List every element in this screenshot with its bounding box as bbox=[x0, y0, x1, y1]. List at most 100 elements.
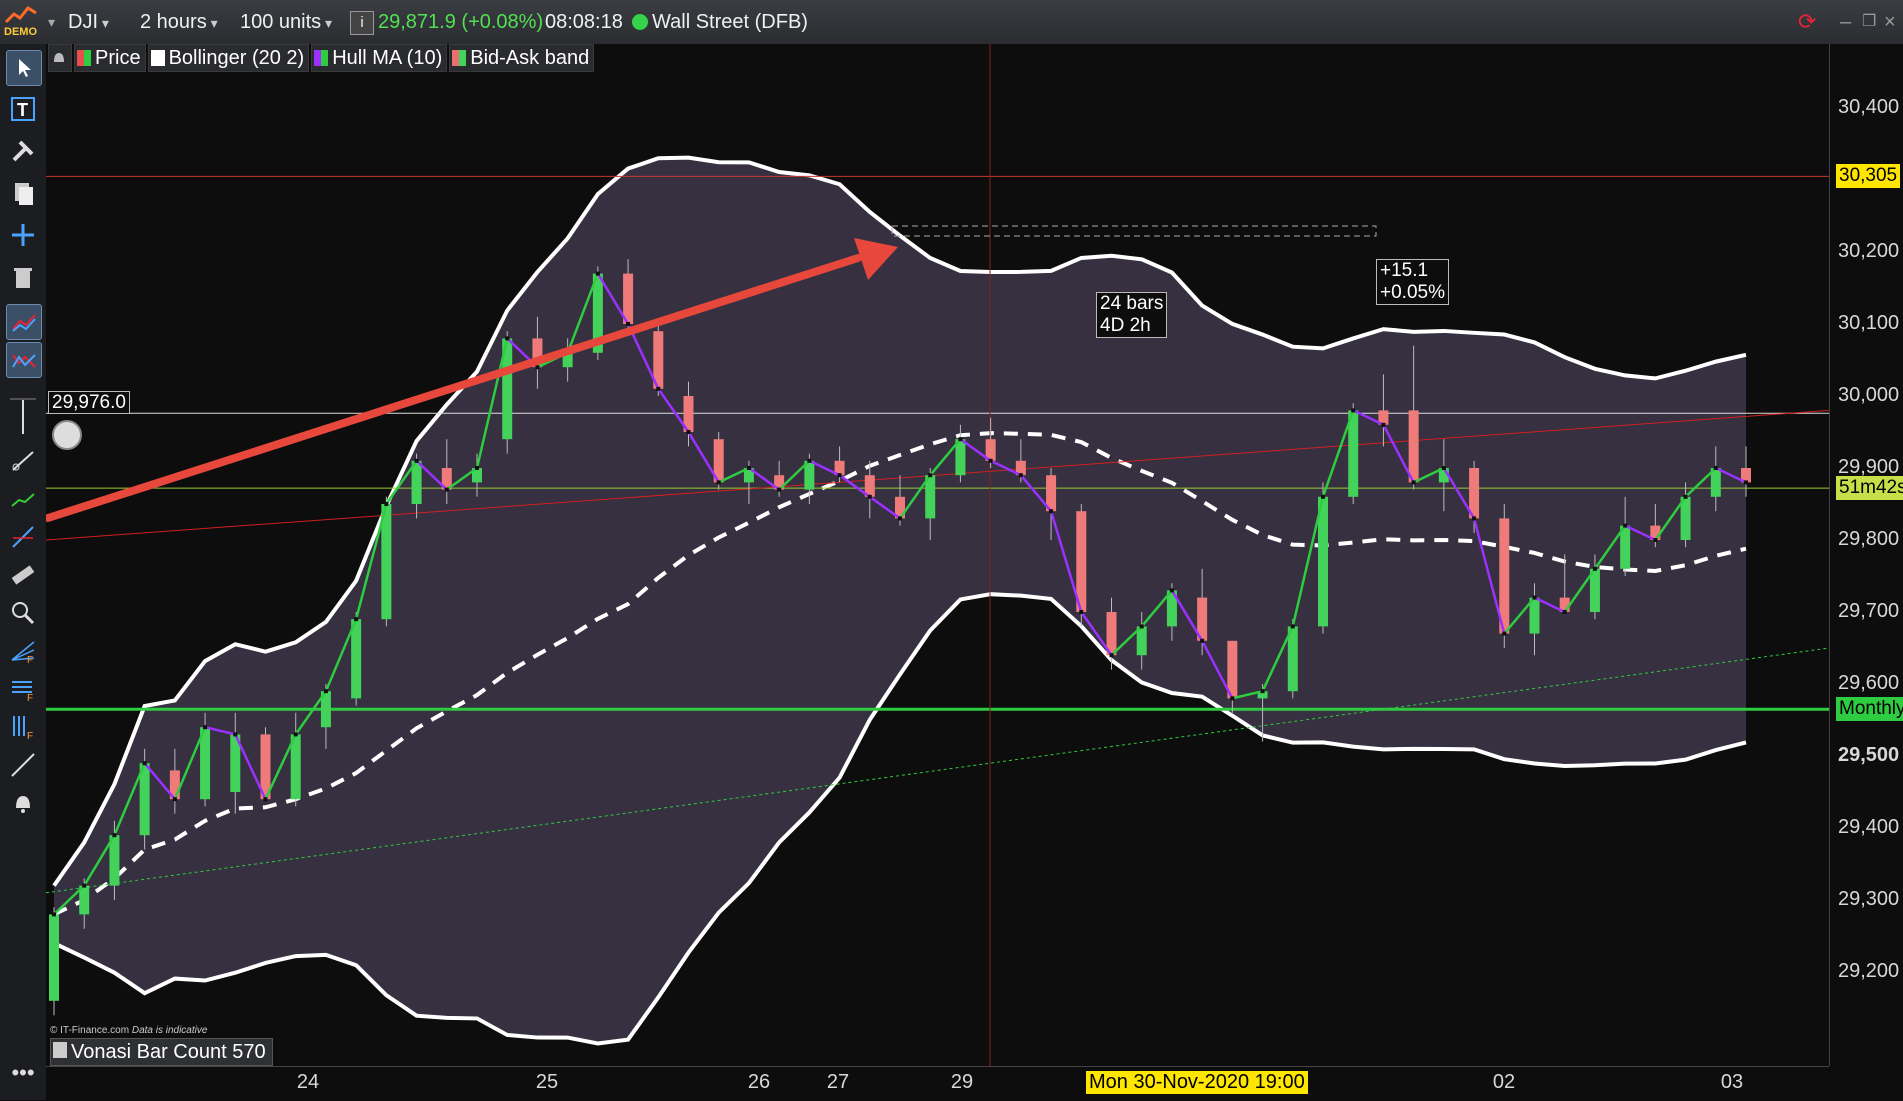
hull-ma-point bbox=[1411, 480, 1416, 485]
hull-ma-point bbox=[203, 725, 208, 730]
timeframe-dropdown[interactable]: 2 hours bbox=[140, 8, 218, 36]
hull-ma-point bbox=[1321, 494, 1325, 499]
candle-body bbox=[49, 914, 59, 1001]
last-price: 29,871.9 (+0.08%) bbox=[378, 11, 544, 33]
hull-ma-point bbox=[112, 833, 117, 838]
hull-ma-point bbox=[1169, 588, 1174, 593]
minimize-icon[interactable]: – bbox=[1840, 8, 1851, 36]
y-tick-label: 29,500 bbox=[1838, 744, 1900, 766]
hull-ma-point bbox=[656, 386, 661, 391]
legend-hull[interactable]: Hull MA (10) bbox=[311, 44, 448, 72]
hull-ma-point bbox=[1441, 466, 1446, 470]
fib-levels-icon[interactable]: F bbox=[6, 672, 40, 706]
trash-icon[interactable] bbox=[6, 260, 40, 294]
hull-ma-point bbox=[988, 458, 993, 463]
hull-ma-point bbox=[52, 912, 56, 917]
window-menu-icon[interactable]: ▾ bbox=[48, 8, 55, 36]
hull-ma-point bbox=[1502, 631, 1507, 636]
trend-indicator-icon[interactable] bbox=[6, 304, 42, 340]
more-icon[interactable]: ••• bbox=[6, 1056, 40, 1090]
alert-icon[interactable] bbox=[52, 420, 82, 450]
templates-icon[interactable] bbox=[6, 176, 40, 210]
price-swatch bbox=[77, 50, 91, 66]
hull-ma-point bbox=[384, 502, 389, 506]
x-tick-label: 29 bbox=[950, 1071, 974, 1093]
vonasi-indicator-label[interactable]: Vonasi Bar Count 570 bbox=[50, 1038, 273, 1066]
hull-ma-point bbox=[1592, 566, 1597, 571]
price-axis[interactable]: 30,400 30,200 30,100 30,000 29,900 29,800 29,7… bbox=[1829, 44, 1903, 1066]
svg-text:F: F bbox=[27, 655, 33, 664]
hull-ma-point bbox=[837, 473, 842, 478]
x-tick-label: 03 bbox=[1720, 1071, 1744, 1093]
time-axis[interactable]: Mon 30-Nov-2020 19:00 24 25 26 27 29 02 03 bbox=[46, 1066, 1829, 1101]
segment-icon[interactable] bbox=[6, 444, 40, 478]
hull-ma-point bbox=[535, 365, 540, 370]
demo-badge: DEMO bbox=[2, 4, 42, 40]
channel-icon[interactable] bbox=[6, 482, 40, 516]
candle-body bbox=[1408, 410, 1419, 483]
legend-bidask-label: Bid-Ask band bbox=[470, 47, 590, 69]
close-icon[interactable]: × bbox=[1884, 8, 1896, 36]
y-tick-label: 30,200 bbox=[1838, 240, 1900, 262]
indicator-legend: Price Bollinger (20 2) Hull MA (10) Bid-… bbox=[48, 44, 595, 72]
legend-bell-icon[interactable] bbox=[48, 44, 72, 72]
hull-ma-point bbox=[777, 487, 782, 492]
price-chart[interactable] bbox=[46, 44, 1829, 1066]
credit-note: Data is indicative bbox=[131, 1025, 208, 1036]
alert-bell-icon[interactable] bbox=[6, 786, 40, 820]
pointer-tool-icon[interactable] bbox=[6, 50, 42, 86]
hull-ma-point bbox=[958, 437, 963, 442]
credit-text: © IT-Finance.com bbox=[50, 1025, 130, 1036]
x-tick-label: 27 bbox=[826, 1071, 850, 1093]
measure-bars-box: 24 bars 4D 2h bbox=[1096, 292, 1168, 338]
svg-text:F: F bbox=[27, 731, 33, 740]
zoom-icon[interactable] bbox=[6, 596, 40, 630]
hull-ma-point bbox=[686, 430, 691, 434]
restore-icon[interactable]: ❐ bbox=[1862, 8, 1876, 36]
info-icon[interactable]: i bbox=[350, 11, 374, 35]
legend-price[interactable]: Price bbox=[74, 44, 146, 72]
hull-ma-point bbox=[1653, 538, 1658, 542]
sync-icon[interactable]: ⟳ bbox=[1798, 8, 1816, 36]
vertical-line-icon[interactable] bbox=[6, 400, 40, 434]
move-icon[interactable] bbox=[6, 218, 40, 252]
hull-ma-point bbox=[746, 466, 751, 470]
y-tick-label: 30,000 bbox=[1838, 384, 1900, 406]
y-tick-label: 29,300 bbox=[1838, 888, 1900, 910]
y-tick-label: 30,400 bbox=[1838, 96, 1900, 118]
bollinger-swatch bbox=[150, 50, 165, 66]
tools-icon[interactable] bbox=[6, 134, 40, 168]
legend-bollinger[interactable]: Bollinger (20 2) bbox=[147, 44, 310, 72]
legend-bidask[interactable]: Bid-Ask band bbox=[449, 44, 595, 72]
line-tool-icon[interactable] bbox=[6, 748, 40, 782]
wave-indicator-icon[interactable] bbox=[6, 342, 42, 378]
fibonacci-icon[interactable] bbox=[6, 520, 40, 554]
horizontal-line-label[interactable]: 29,976.0 bbox=[48, 391, 130, 414]
fib-time-icon[interactable]: F bbox=[6, 710, 40, 744]
hull-ma-point bbox=[1623, 523, 1628, 528]
hull-ma-point bbox=[1744, 480, 1748, 485]
hull-ma-point bbox=[1381, 422, 1386, 427]
hull-ma-point bbox=[716, 480, 721, 485]
units-dropdown[interactable]: 100 units bbox=[240, 8, 332, 36]
fib-fan-icon[interactable]: F bbox=[6, 634, 40, 668]
hull-ma-point bbox=[263, 797, 268, 802]
legend-price-label: Price bbox=[95, 47, 141, 69]
hull-ma-point bbox=[414, 458, 419, 463]
hull-ma-point bbox=[323, 689, 328, 694]
text-tool-icon[interactable]: T bbox=[6, 92, 40, 126]
x-tick-label: 26 bbox=[747, 1071, 771, 1093]
hull-ma-point bbox=[505, 336, 510, 341]
svg-text:F: F bbox=[27, 693, 33, 702]
hull-ma-point bbox=[1139, 624, 1144, 629]
symbol-dropdown[interactable]: DJI bbox=[68, 8, 109, 36]
legend-hull-label: Hull MA (10) bbox=[332, 47, 443, 69]
market-status-icon bbox=[632, 14, 648, 30]
ruler-icon[interactable] bbox=[6, 558, 40, 592]
hull-ma-point bbox=[807, 458, 812, 463]
hull-ma-point bbox=[142, 761, 147, 766]
hull-ma-point bbox=[1200, 638, 1205, 643]
legend-bollinger-label: Bollinger (20 2) bbox=[168, 47, 305, 69]
hull-ma-point bbox=[233, 732, 238, 737]
data-credit: © IT-Finance.com Data is indicative bbox=[50, 1025, 207, 1036]
